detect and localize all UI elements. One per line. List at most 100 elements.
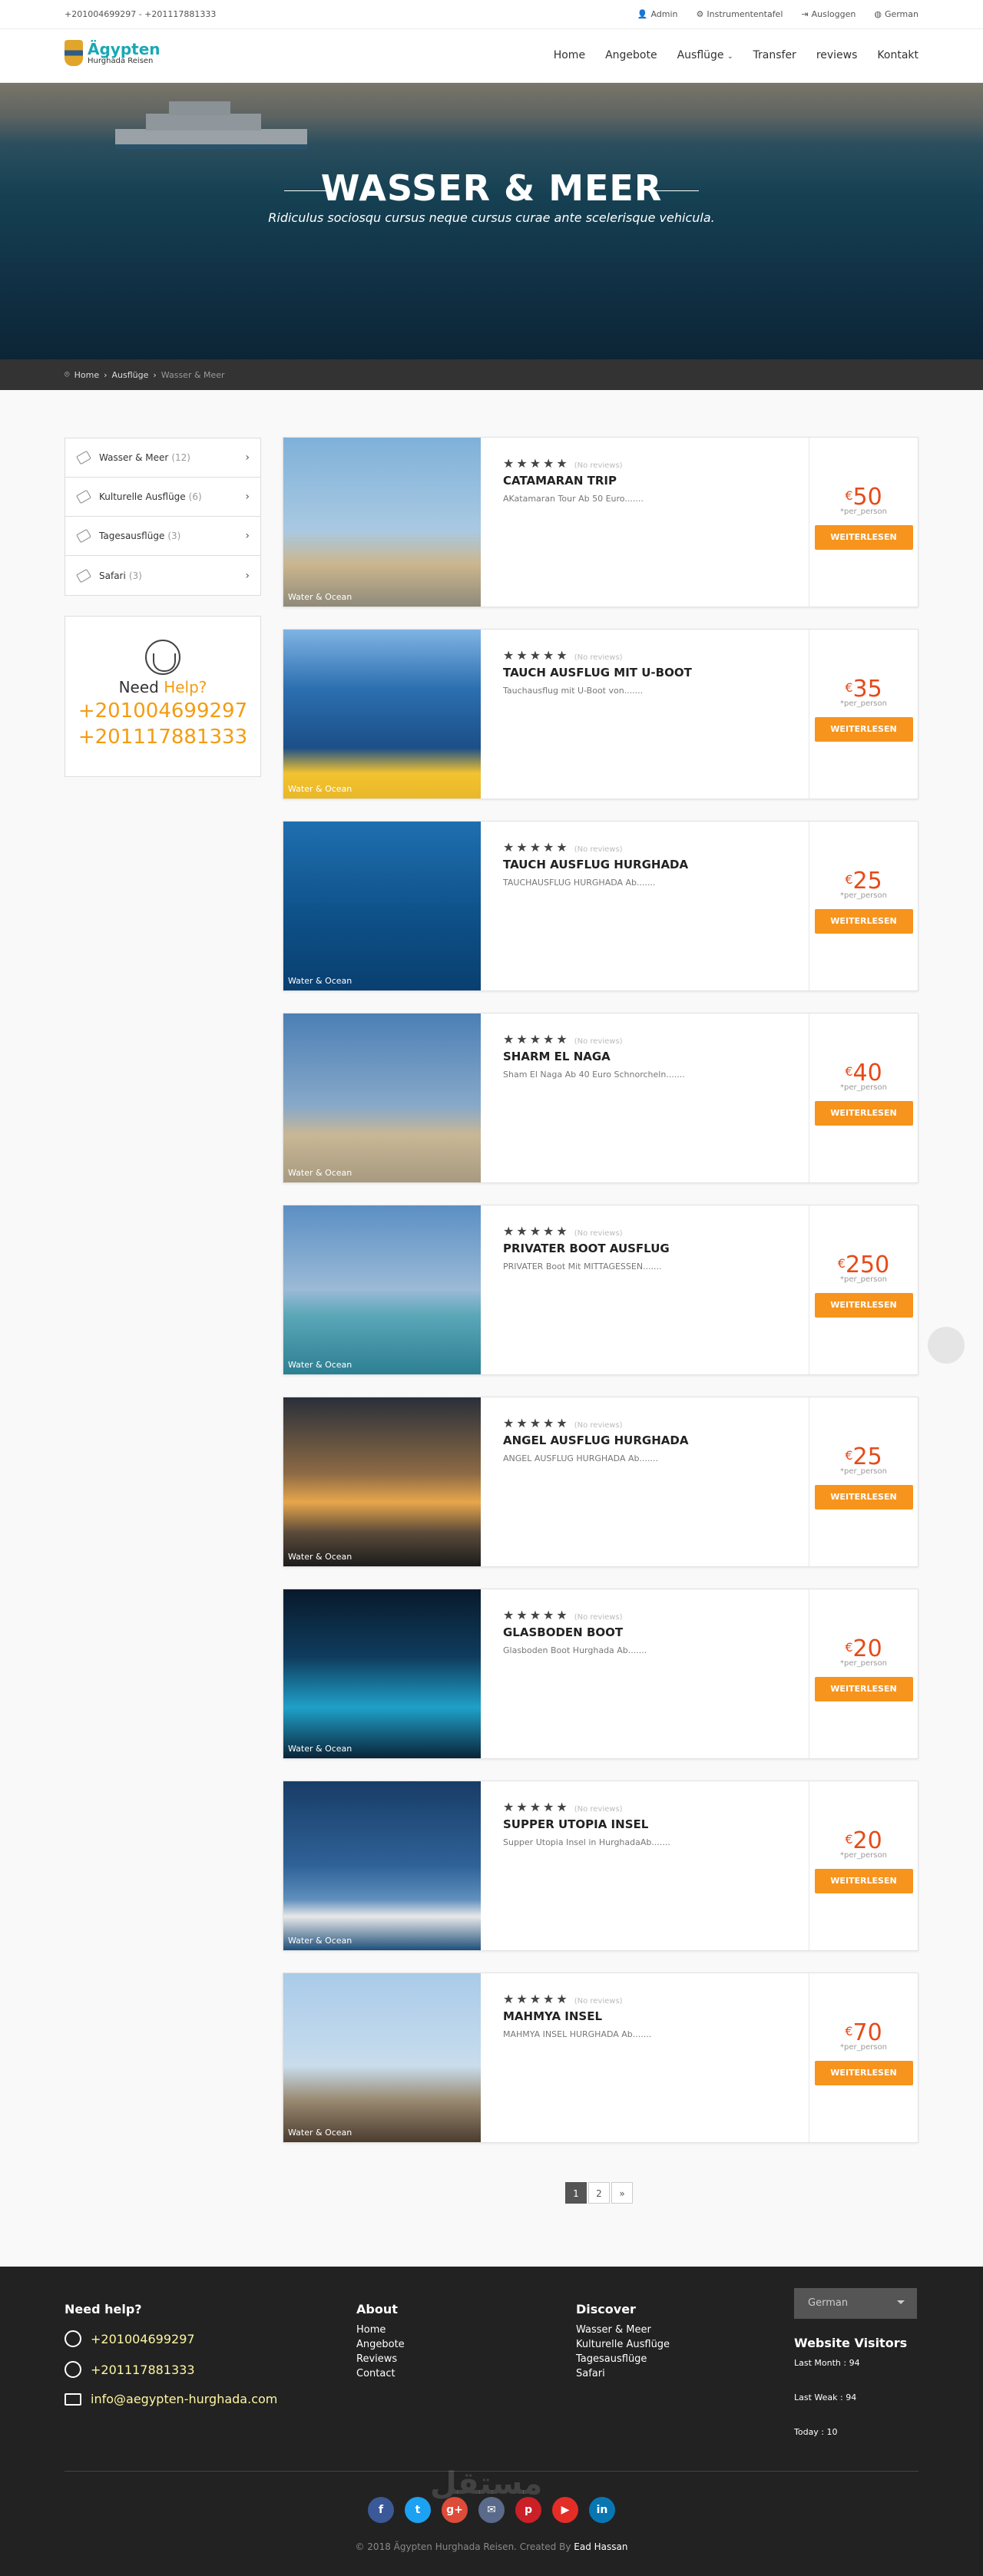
price-box: €20 *per_person WEITERLESEN — [809, 1589, 918, 1758]
category-list: Wasser & Meer (12) › Kulturelle Ausflüge (6… — [65, 438, 261, 596]
crumb-ausfluege[interactable]: Ausflüge — [112, 370, 149, 380]
chevron-right-icon: › — [245, 451, 250, 464]
tour-title[interactable]: CATAMARAN TRIP — [503, 474, 810, 488]
tour-card[interactable]: Water & Ocean ★★★★★ (No reviews) CATAMARAN … — [283, 437, 918, 607]
help-phone[interactable]: +201004699297 — [65, 699, 260, 723]
footer-phone[interactable]: +201117881333 — [65, 2361, 277, 2378]
nav-kontakt[interactable]: Kontakt — [877, 49, 918, 61]
footer-link[interactable]: Safari — [576, 2368, 670, 2379]
tour-card[interactable]: Water & Ocean ★★★★★ (No reviews) PRIVATER B… — [283, 1205, 918, 1375]
tour-card[interactable]: Water & Ocean ★★★★★ (No reviews) SHARM EL N… — [283, 1013, 918, 1183]
tour-image[interactable]: Water & Ocean — [283, 1397, 481, 1566]
tour-image[interactable]: Water & Ocean — [283, 1014, 481, 1182]
tour-title[interactable]: TAUCH AUSFLUG MIT U-BOOT — [503, 666, 810, 680]
footer-link[interactable]: Wasser & Meer — [576, 2324, 670, 2336]
tour-image[interactable]: Water & Ocean — [283, 438, 481, 607]
tour-image[interactable]: Water & Ocean — [283, 1205, 481, 1374]
tour-card[interactable]: Water & Ocean ★★★★★ (No reviews) TAUCH AUSF… — [283, 821, 918, 991]
tour-title[interactable]: SHARM EL NAGA — [503, 1050, 810, 1063]
tour-description: MAHMYA INSEL HURGHADA Ab....... — [503, 2029, 652, 2039]
read-more-button[interactable]: WEITERLESEN — [814, 1869, 913, 1893]
footer-link[interactable]: Home — [356, 2324, 405, 2336]
twitter-icon[interactable]: t — [405, 2497, 431, 2523]
tour-title[interactable]: MAHMYA INSEL — [503, 2009, 810, 2023]
read-more-button[interactable]: WEITERLESEN — [814, 1293, 913, 1318]
crumb-home[interactable]: Home — [74, 370, 99, 380]
price-value: 50 — [852, 484, 882, 511]
next-page-button[interactable]: » — [611, 2182, 633, 2204]
tour-card[interactable]: Water & Ocean ★★★★★ (No reviews) ANGEL AUSF… — [283, 1397, 918, 1567]
language-link[interactable]: ◍ German — [874, 9, 918, 19]
price-value: 25 — [852, 868, 882, 894]
category-item[interactable]: Kulturelle Ausflüge (6) › — [65, 478, 260, 517]
read-more-button[interactable]: WEITERLESEN — [814, 909, 913, 934]
logout-link[interactable]: ⇥ Ausloggen — [801, 9, 856, 19]
footer-link[interactable]: Angebote — [356, 2339, 405, 2350]
tour-card[interactable]: Water & Ocean ★★★★★ (No reviews) SUPPER UTO… — [283, 1781, 918, 1951]
read-more-button[interactable]: WEITERLESEN — [814, 2061, 913, 2085]
read-more-button[interactable]: WEITERLESEN — [814, 1485, 913, 1510]
category-item[interactable]: Safari (3) › — [65, 556, 260, 595]
tour-image[interactable]: Water & Ocean — [283, 822, 481, 990]
tour-title[interactable]: GLASBODEN BOOT — [503, 1625, 810, 1639]
youtube-icon[interactable]: ▶ — [552, 2497, 578, 2523]
tour-title[interactable]: PRIVATER BOOT AUSFLUG — [503, 1242, 810, 1255]
tour-price: €20 — [809, 1635, 918, 1662]
tour-price: €20 — [809, 1827, 918, 1854]
google-plus-icon[interactable]: g+ — [442, 2497, 468, 2523]
footer-link[interactable]: Tagesausflüge — [576, 2353, 670, 2365]
mail-icon — [65, 2392, 81, 2406]
help-phone[interactable]: +201117881333 — [65, 726, 260, 749]
read-more-button[interactable]: WEITERLESEN — [814, 525, 913, 550]
tour-card[interactable]: Water & Ocean ★★★★★ (No reviews) GLASBODEN … — [283, 1589, 918, 1759]
scroll-top-button[interactable] — [928, 1327, 965, 1364]
footer-link[interactable]: Kulturelle Ausflüge — [576, 2339, 670, 2350]
tour-image[interactable]: Water & Ocean — [283, 1781, 481, 1950]
rating-stars: ★★★★★ (No reviews) — [503, 1032, 623, 1047]
currency-symbol: € — [845, 1448, 853, 1463]
nav-angebote[interactable]: Angebote — [605, 49, 657, 61]
tour-category-label: Water & Ocean — [288, 784, 352, 794]
price-value: 70 — [852, 2019, 882, 2046]
read-more-button[interactable]: WEITERLESEN — [814, 1677, 913, 1701]
tour-title[interactable]: ANGEL AUSFLUG HURGHADA — [503, 1433, 810, 1447]
logo[interactable]: Ägypten Hurghada Reisen — [65, 40, 161, 66]
email-icon[interactable]: ✉ — [478, 2497, 505, 2523]
read-more-button[interactable]: WEITERLESEN — [814, 1101, 913, 1126]
footer-email[interactable]: info@aegypten-hurghada.com — [65, 2392, 277, 2406]
nav-transfer[interactable]: Transfer — [753, 49, 796, 61]
dashboard-link[interactable]: ⚙ Instrumententafel — [697, 9, 783, 19]
tour-image[interactable]: Water & Ocean — [283, 1973, 481, 2142]
tour-image[interactable]: Water & Ocean — [283, 630, 481, 799]
price-value: 20 — [852, 1827, 882, 1854]
category-item[interactable]: Wasser & Meer (12) › — [65, 438, 260, 478]
price-value: 250 — [845, 1252, 890, 1278]
admin-link[interactable]: 👤 Admin — [637, 9, 678, 19]
nav-reviews[interactable]: reviews — [816, 49, 858, 61]
pinterest-icon[interactable]: p — [515, 2497, 541, 2523]
nav-home[interactable]: Home — [554, 49, 585, 61]
category-item[interactable]: Tagesausflüge (3) › — [65, 517, 260, 556]
facebook-icon[interactable]: f — [368, 2497, 394, 2523]
language-select[interactable]: German — [794, 2288, 917, 2319]
rating-stars: ★★★★★ (No reviews) — [503, 456, 623, 471]
tour-card[interactable]: Water & Ocean ★★★★★ (No reviews) MAHMYA INS… — [283, 1973, 918, 2143]
nav-ausfluege[interactable]: Ausflüge ⌄ — [677, 49, 733, 61]
footer-phone[interactable]: +201004699297 — [65, 2330, 277, 2347]
footer-link[interactable]: Contact — [356, 2368, 405, 2379]
tour-info: ★★★★★ (No reviews) MAHMYA INSEL MAHMYA INSE… — [503, 1992, 810, 2039]
review-count: (No reviews) — [574, 1037, 623, 1046]
rating-stars: ★★★★★ (No reviews) — [503, 1800, 623, 1814]
footer-help-title: Need help? — [65, 2302, 142, 2316]
footer-link[interactable]: Reviews — [356, 2353, 405, 2365]
tour-title[interactable]: TAUCH AUSFLUG HURGHADA — [503, 858, 810, 871]
linkedin-icon[interactable]: in — [589, 2497, 615, 2523]
tour-image[interactable]: Water & Ocean — [283, 1589, 481, 1758]
tour-title[interactable]: SUPPER UTOPIA INSEL — [503, 1817, 810, 1831]
page-1-button[interactable]: 1 — [565, 2182, 587, 2204]
tour-description: Glasboden Boot Hurghada Ab....... — [503, 1645, 647, 1655]
page-2-button[interactable]: 2 — [588, 2182, 610, 2204]
tour-card[interactable]: Water & Ocean ★★★★★ (No reviews) TAUCH AUSF… — [283, 629, 918, 799]
phone-24-icon — [65, 2330, 81, 2347]
read-more-button[interactable]: WEITERLESEN — [814, 717, 913, 742]
